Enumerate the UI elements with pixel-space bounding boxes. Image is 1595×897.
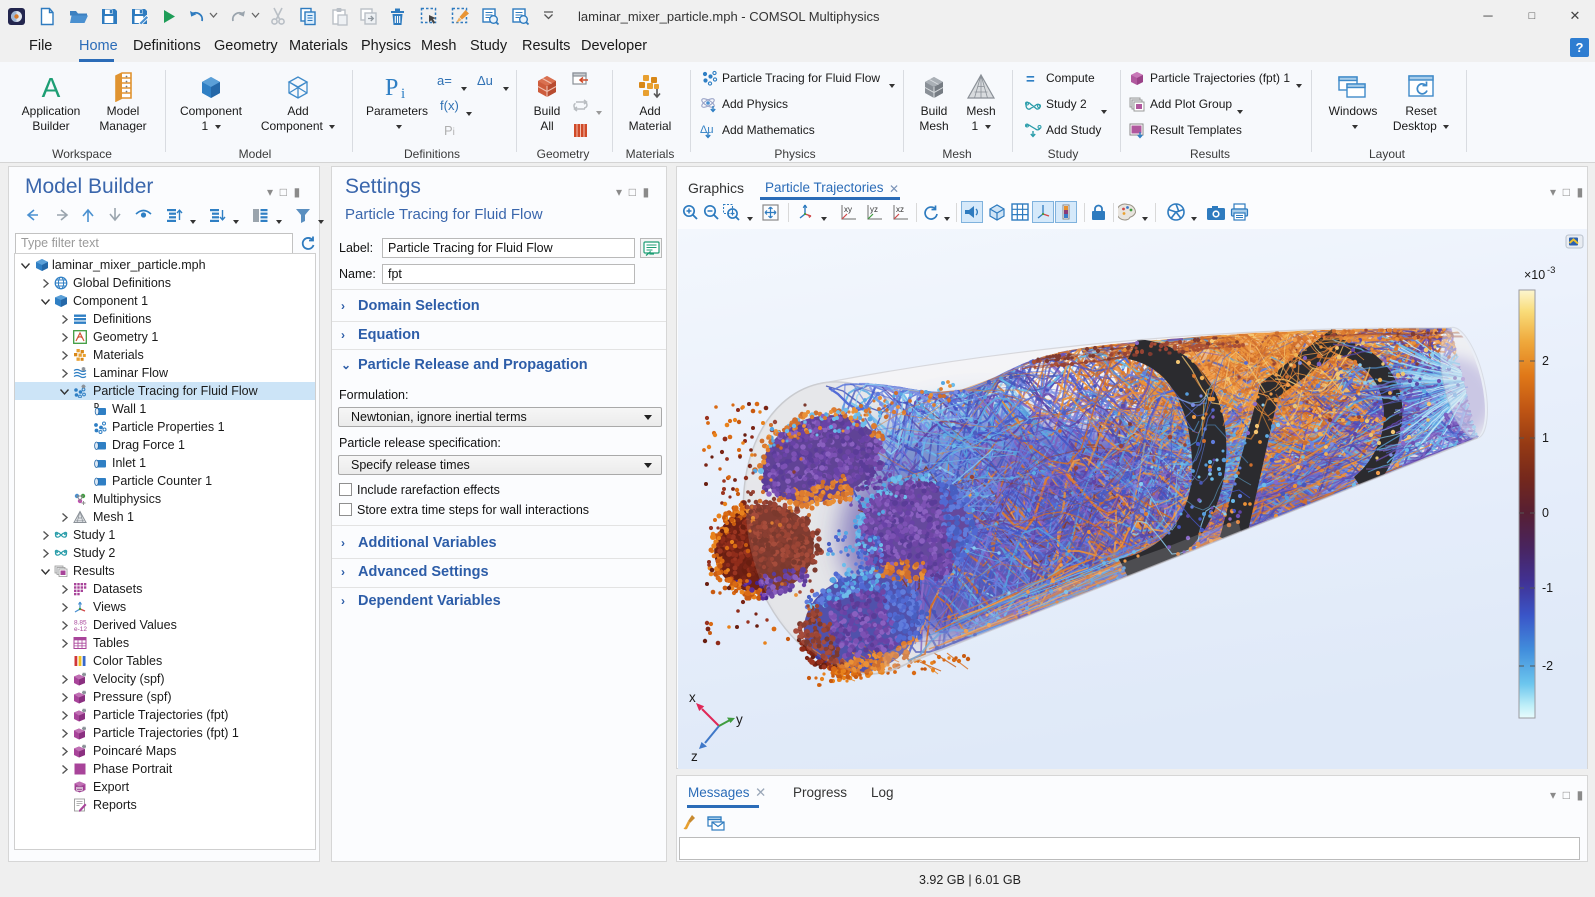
svg-text:x: x xyxy=(689,690,696,705)
svg-text:A: A xyxy=(42,72,61,102)
svg-text:P: P xyxy=(385,75,398,101)
svg-text:-1: -1 xyxy=(1542,581,1553,595)
svg-text:y: y xyxy=(736,712,743,727)
svg-text:xy: xy xyxy=(844,205,852,214)
svg-text:i: i xyxy=(401,86,405,102)
svg-text:e-12: e-12 xyxy=(74,626,87,632)
svg-text:xz: xz xyxy=(896,205,904,214)
svg-text:-3: -3 xyxy=(1547,265,1555,276)
svg-text:-2: -2 xyxy=(1542,659,1553,673)
svg-text:1: 1 xyxy=(1542,431,1549,445)
svg-text:yz: yz xyxy=(870,205,878,214)
svg-text:2: 2 xyxy=(1542,354,1549,368)
svg-text:0: 0 xyxy=(1542,506,1549,520)
svg-text:Δu: Δu xyxy=(700,124,713,136)
svg-text:z: z xyxy=(691,749,698,764)
svg-text:×10: ×10 xyxy=(1524,268,1545,282)
